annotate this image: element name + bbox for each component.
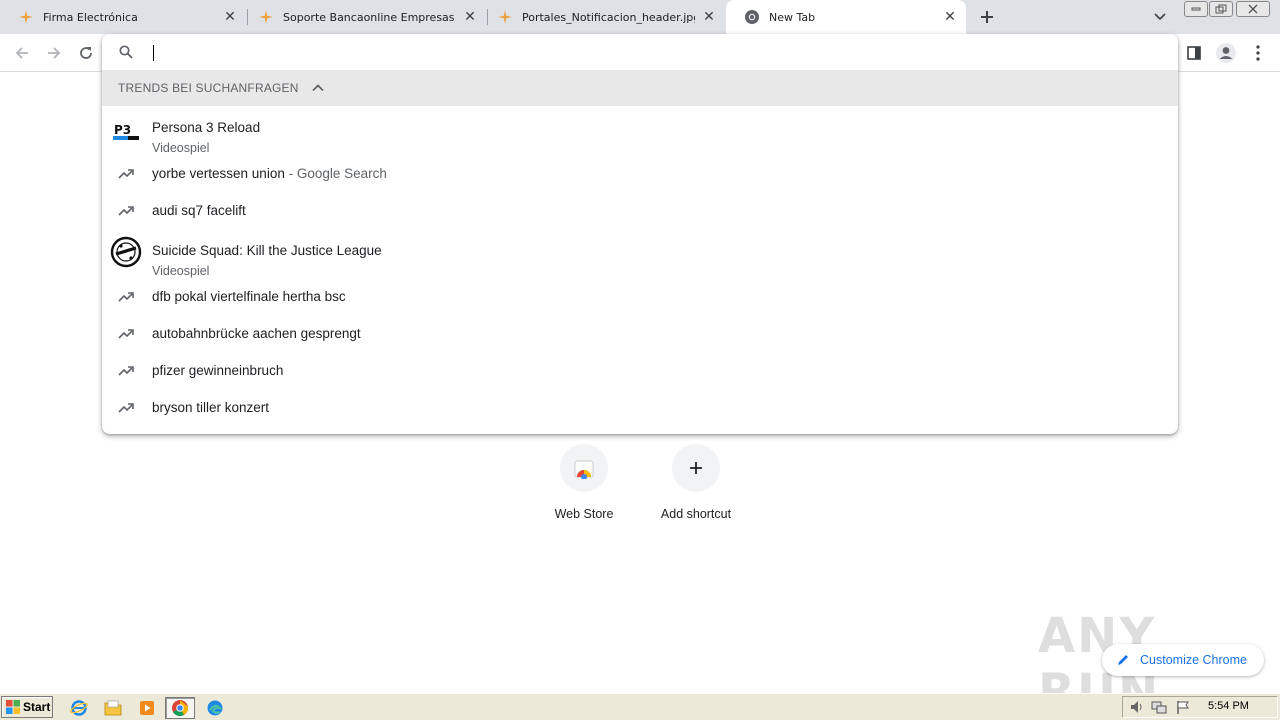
suggestion-subtitle: Videospiel [152,264,210,278]
suggestion-audi-sq7-facelift[interactable]: audi sq7 facelift [102,196,1178,233]
shortcut-label: Web Store [554,507,614,521]
suggestion-text: pfizer gewinneinbruch [152,363,284,378]
customize-chrome-button[interactable]: Customize Chrome [1102,644,1264,676]
tab-portales-notificacion[interactable]: Portales_Notificacion_header.jpg (7! ✕ [479,0,725,34]
start-label: Start [23,700,51,714]
internet-explorer-icon[interactable] [68,697,90,719]
omnibox-input-row [102,34,1178,70]
back-button[interactable] [10,41,34,65]
chrome-icon [744,9,760,25]
windows-logo-icon [5,699,21,715]
tab-firma-electronica[interactable]: Firma Electrónica ✕ [0,0,246,34]
trending-icon [118,326,134,342]
suggestion-subtitle: Videospiel [152,141,210,155]
close-icon[interactable]: ✕ [701,9,717,25]
search-icon [118,44,134,60]
suggestion-text: audi sq7 facelift [152,203,246,218]
suggestions-header-label: TRENDS BEI SUCHANFRAGEN [118,81,299,95]
start-button[interactable]: Start [1,696,53,718]
minimize-button[interactable] [1184,1,1208,17]
tab-strip: Firma Electrónica ✕ Soporte Bancaonline … [0,0,1280,34]
tab-title: Firma Electrónica [43,10,138,24]
shortcut-web-store[interactable]: Web Store [528,444,640,534]
close-window-button[interactable] [1236,1,1270,17]
suggestion-dfb-pokal[interactable]: dfb pokal viertelfinale hertha bsc [102,283,1178,320]
volume-icon[interactable] [1129,699,1145,719]
suggestion-suffix: - Google Search [284,166,387,181]
suggestion-bryson-tiller[interactable]: bryson tiller konzert [102,394,1178,431]
trending-icon [118,203,134,219]
reload-icon [80,47,92,59]
reload-button[interactable] [74,41,98,65]
avatar-icon [1216,43,1236,63]
orange-spark-icon [497,9,513,25]
svg-text:P3: P3 [114,123,131,137]
media-player-icon[interactable] [136,697,158,719]
system-tray [1122,696,1278,718]
tab-search-button[interactable] [1150,7,1170,27]
suggestion-pfizer[interactable]: pfizer gewinneinbruch [102,357,1178,394]
customize-chrome-label: Customize Chrome [1140,653,1247,667]
orange-spark-icon [18,9,34,25]
taskbar-clock: 5:54 PM [1208,700,1249,712]
close-icon[interactable]: ✕ [942,9,958,25]
persona3-logo: P3 [110,115,142,147]
trending-icon [118,363,134,379]
arrow-right-icon [48,47,61,59]
suggestion-text: autobahnbrücke aachen gesprengt [152,326,361,341]
edge-icon[interactable] [204,697,226,719]
menu-button[interactable] [1246,41,1270,65]
omnibox-input[interactable] [150,40,1150,64]
tab-title: Portales_Notificacion_header.jpg (7! [522,10,695,24]
close-icon[interactable]: ✕ [222,9,238,25]
shortcut-label: Add shortcut [660,507,732,521]
kebab-menu-icon [1256,45,1260,61]
pencil-icon [1116,653,1130,667]
restore-button[interactable] [1209,1,1233,17]
suggestion-text: yorbe vertessen union - Google Search [152,166,387,181]
suggestion-persona-3-reload[interactable]: P3 Persona 3 Reload Videospiel [102,106,1178,156]
close-icon[interactable]: ✕ [462,9,478,25]
trending-icon [118,166,134,182]
chrome-taskbar-icon[interactable] [165,697,195,719]
arrow-left-icon [15,47,28,59]
trending-icon [118,289,134,305]
suggestion-yorbe-vertessen-union[interactable]: yorbe vertessen union - Google Search [102,159,1178,196]
close-icon [1248,4,1258,14]
tab-title: Soporte Bancaonline Empresas - Ban [283,10,456,24]
forward-button[interactable] [42,41,66,65]
side-panel-icon [1187,46,1201,60]
side-panel-button[interactable] [1182,41,1206,65]
action-center-flag-icon[interactable] [1175,699,1191,719]
suggestion-text: Persona 3 Reload [152,120,261,135]
chevron-up-icon[interactable] [311,81,325,95]
windows-taskbar: Start 5:54 PM [0,693,1280,720]
plus-icon [981,11,993,23]
tab-title: New Tab [769,10,816,24]
new-tab-button[interactable] [976,6,998,28]
tab-soporte-bancaonline[interactable]: Soporte Bancaonline Empresas - Ban ✕ [240,0,486,34]
shortcut-add[interactable]: Add shortcut [640,444,752,534]
suggestions-header[interactable]: TRENDS BEI SUCHANFRAGEN [102,70,1178,106]
file-explorer-icon[interactable] [102,697,124,719]
minimize-icon [1191,7,1201,11]
plus-icon [672,444,720,492]
suggestion-suicide-squad[interactable]: Suicide Squad: Kill the Justice League V… [102,233,1178,283]
suggestion-text: Suicide Squad: Kill the Justice League [152,243,382,258]
text-caret [153,45,154,61]
suicide-squad-logo [110,236,142,268]
web-store-icon [560,444,608,492]
suggestion-text: dfb pokal viertelfinale hertha bsc [152,289,346,304]
profile-button[interactable] [1214,41,1238,65]
chevron-down-icon [1154,13,1166,21]
suggestion-query: yorbe vertessen union [152,166,285,181]
trending-icon [118,400,134,416]
restore-icon [1215,4,1227,14]
orange-spark-icon [258,9,274,25]
tab-new-tab[interactable]: New Tab ✕ [726,0,966,34]
omnibox-dropdown: TRENDS BEI SUCHANFRAGEN P3 Persona 3 Rel… [102,34,1178,434]
network-icon[interactable] [1151,699,1167,719]
suggestion-autobahnbruecke[interactable]: autobahnbrücke aachen gesprengt [102,320,1178,357]
suggestion-text: bryson tiller konzert [152,400,270,415]
